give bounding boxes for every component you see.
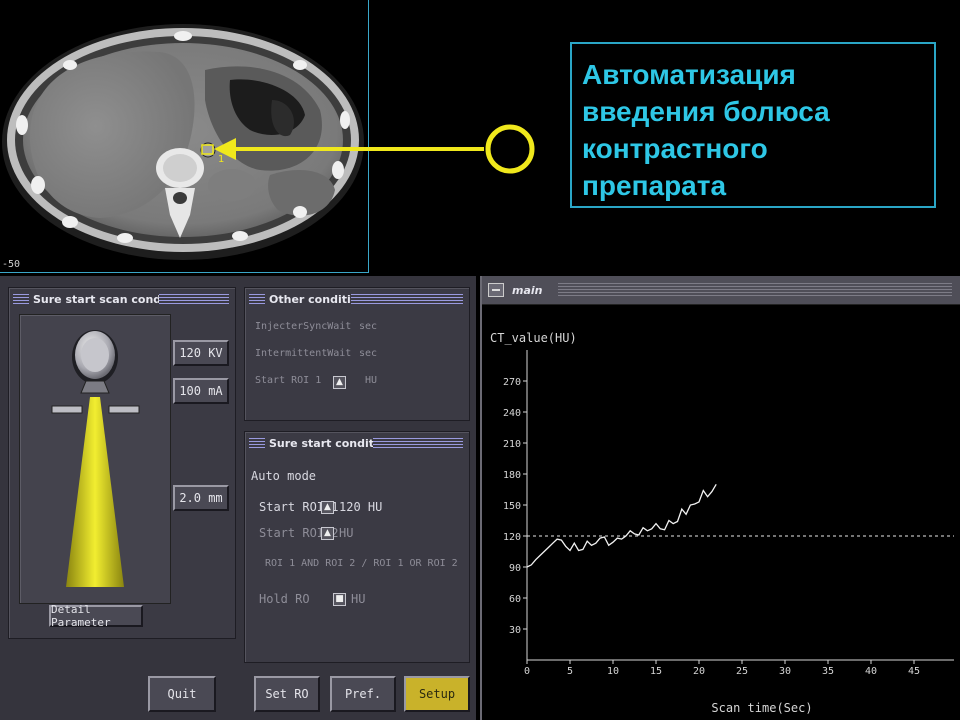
roi-pointer-overlay: 1 xyxy=(201,124,535,174)
other-condition-group: Other condition InjecterSyncWait sec Int… xyxy=(244,287,470,421)
x-axis-label: Scan time(Sec) xyxy=(711,701,812,715)
x-tick-label: 10 xyxy=(607,666,619,677)
ma-button[interactable]: 100 mA xyxy=(173,378,229,404)
start-roi-label: Start ROI 1 xyxy=(255,375,322,386)
x-tick-label: 35 xyxy=(822,666,834,677)
title-line-3: контрастного xyxy=(582,133,768,164)
titlebar-stripes xyxy=(558,283,952,297)
start-roi1-value: 120 HU xyxy=(339,500,383,514)
xray-tube-icon xyxy=(51,330,140,587)
quit-button[interactable]: Quit xyxy=(148,676,216,712)
group-title-bars xyxy=(351,294,463,304)
ct-value-series-line xyxy=(526,483,717,568)
slice-thickness-button[interactable]: 2.0 mm xyxy=(173,485,229,511)
title-box: Автоматизация введения болюса контрастно… xyxy=(570,42,936,208)
y-tick-label: 180 xyxy=(503,470,521,481)
graph-window-title: main xyxy=(512,284,543,297)
injector-sync-unit: sec xyxy=(359,321,378,332)
sure-start-scan-group: Sure start scan condition 120 KV 100 mA … xyxy=(8,287,236,639)
intermittent-unit: sec xyxy=(359,348,378,359)
y-axis-label: CT_value(HU) xyxy=(490,331,577,345)
start-roi2-spin-icon[interactable]: ▲ xyxy=(321,527,334,540)
hold-ro-spin-icon[interactable]: ■ xyxy=(333,593,346,606)
scan-console: Sure start scan condition 120 KV 100 mA … xyxy=(0,276,476,720)
start-roi-spin-icon[interactable]: ▲ xyxy=(333,376,346,389)
y-tick-label: 120 xyxy=(503,532,521,543)
roi-number: 1 xyxy=(218,154,224,165)
group-title-bars xyxy=(159,294,229,304)
start-roi1-spin-icon[interactable]: ▲ xyxy=(321,501,334,514)
scan-label: -50 xyxy=(2,259,20,270)
x-tick-label: 30 xyxy=(779,666,791,677)
y-tick-label: 240 xyxy=(503,408,521,419)
group-title-bars xyxy=(373,438,463,448)
detail-parameter-button[interactable]: Detail Parameter xyxy=(49,603,143,629)
injector-sync-wait-label: InjecterSyncWait xyxy=(255,321,352,332)
title-line-4: препарата xyxy=(582,170,727,201)
roi-box xyxy=(201,144,214,155)
kv-button[interactable]: 120 KV xyxy=(173,340,229,366)
intermittent-wait-label: IntermittentWait xyxy=(255,348,352,359)
y-tick-label: 210 xyxy=(503,439,521,450)
x-tick-label: 25 xyxy=(736,666,748,677)
x-tick-label: 0 xyxy=(524,666,530,677)
hold-ro-label: Hold RO xyxy=(259,592,310,606)
x-tick-label: 5 xyxy=(567,666,573,677)
set-ro-button[interactable]: Set RO xyxy=(254,676,320,712)
start-roi-unit: HU xyxy=(365,375,378,386)
y-tick-label: 270 xyxy=(503,377,521,388)
x-tick-label: 15 xyxy=(650,666,662,677)
setup-button[interactable]: Setup xyxy=(404,676,470,712)
auto-mode-label: Auto mode xyxy=(251,469,317,483)
start-roi2-unit: HU xyxy=(339,526,354,540)
group-title-bars xyxy=(249,438,265,448)
y-tick-label: 90 xyxy=(509,563,521,574)
y-tick-label: 30 xyxy=(509,625,521,636)
y-tick-label: 150 xyxy=(503,501,521,512)
roi-marker-icon xyxy=(485,124,535,174)
title-line-1: Автоматизация xyxy=(582,59,796,90)
group-title-bars xyxy=(249,294,265,304)
sure-start-condition-group: Sure start condition Auto mode Start ROI… xyxy=(244,431,470,663)
graph-titlebar: main xyxy=(482,276,960,305)
scanner-illustration xyxy=(19,314,171,604)
y-tick-label: 60 xyxy=(509,594,521,605)
x-tick-label: 45 xyxy=(908,666,920,677)
x-tick-label: 40 xyxy=(865,666,877,677)
x-tick-label: 20 xyxy=(693,666,705,677)
pref-button[interactable]: Pref. xyxy=(330,676,396,712)
ct-value-chart: CT_value(HU) Scan time(Sec) 306090120150… xyxy=(490,331,954,715)
title-line-2: введения болюса xyxy=(582,96,830,127)
group-title-bars xyxy=(13,294,29,304)
window-menu-icon[interactable] xyxy=(488,283,504,297)
roi-logic-label: ROI 1 AND ROI 2 / ROI 1 OR ROI 2 xyxy=(265,558,458,569)
graph-window: main CT_value(HU) Scan time(Sec) 30 60 90 1… xyxy=(480,276,960,720)
hold-ro-unit: HU xyxy=(351,592,366,606)
